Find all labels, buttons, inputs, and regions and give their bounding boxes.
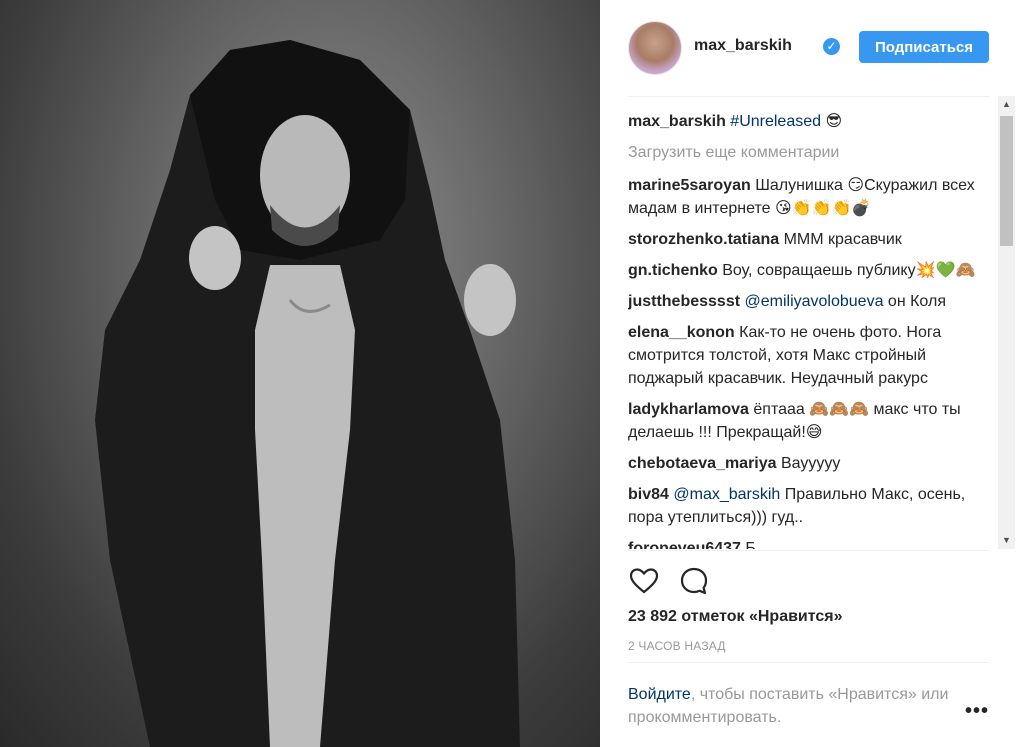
- comment-item: elena__konon Как-то не очень фото. Нога …: [628, 321, 994, 390]
- comment-username[interactable]: storozhenko.tatiana: [628, 231, 779, 248]
- comment-mention[interactable]: @emiliyavolobueva: [745, 293, 884, 310]
- footer-divider: [628, 662, 989, 663]
- login-link[interactable]: Войдите: [628, 686, 691, 703]
- comment-username[interactable]: justthebesssst: [628, 293, 740, 310]
- author-username[interactable]: max_barskih: [694, 37, 792, 55]
- actions-divider: [628, 550, 989, 551]
- likes-count[interactable]: 23 892 отметок «Нравится»: [628, 608, 843, 626]
- avatar[interactable]: [628, 21, 682, 75]
- comment-text: МММ красавчик: [783, 231, 902, 248]
- comment-item: storozhenko.tatiana МММ красавчик: [628, 228, 994, 251]
- load-more-comments-button[interactable]: Загрузить еще комментарии: [628, 141, 994, 164]
- comment-item: foroneveu6437 Б...: [628, 537, 994, 549]
- comment-item: ladykharlamova ёптааа 🙈🙈🙈 макс что ты де…: [628, 398, 994, 444]
- post-photo[interactable]: [0, 0, 600, 747]
- comment-item: biv84 @max_barskih Правильно Макс, осень…: [628, 483, 994, 529]
- login-prompt: Войдите, чтобы поставить «Нравится» или …: [628, 683, 958, 729]
- comment-username[interactable]: chebotaeva_mariya: [628, 455, 777, 472]
- comment-text: Б...: [745, 540, 770, 549]
- post-timestamp[interactable]: 2 ЧАСОВ НАЗАД: [628, 639, 726, 653]
- scrollbar-thumb[interactable]: [1000, 116, 1013, 246]
- caption-username[interactable]: max_barskih: [628, 113, 726, 130]
- post-side-panel: max_barskih ✓ Подписаться max_barskih #U…: [600, 0, 1019, 747]
- comment-username[interactable]: ladykharlamova: [628, 401, 749, 418]
- comment-username[interactable]: elena__konon: [628, 324, 735, 341]
- comments-list: max_barskih #Unreleased 😎 Загрузить еще …: [628, 100, 994, 549]
- heart-icon[interactable]: [628, 565, 660, 597]
- comment-text: он Коля: [883, 293, 946, 310]
- comment-item: justthebesssst @emiliyavolobueva он Коля: [628, 290, 994, 313]
- post-photo-illustration: [95, 40, 520, 747]
- comment-text: Вауууyy: [780, 455, 841, 472]
- comment-text: Воу, совращаешь публику💥💚🙈: [722, 262, 976, 279]
- comments-scrollbar[interactable]: ▲ ▼: [998, 96, 1015, 549]
- more-options-icon[interactable]: •••: [965, 700, 989, 723]
- scroll-up-arrow-icon[interactable]: ▲: [998, 96, 1015, 113]
- comment-username[interactable]: foroneveu6437: [628, 540, 741, 549]
- comment-item: marine5saroyan Шалунишка 😏Скуражил всех …: [628, 174, 994, 220]
- scroll-down-arrow-icon[interactable]: ▼: [998, 532, 1015, 549]
- verified-badge-icon: ✓: [823, 38, 840, 55]
- comment-mention[interactable]: @max_barskih: [673, 486, 780, 503]
- header-divider: [628, 96, 989, 97]
- caption-hashtag[interactable]: #Unreleased: [730, 113, 821, 130]
- post-caption: max_barskih #Unreleased 😎: [628, 110, 994, 133]
- caption-emoji: 😎: [825, 113, 843, 130]
- comment-username[interactable]: gn.tichenko: [628, 262, 718, 279]
- comment-bubble-icon[interactable]: [678, 565, 710, 597]
- post-header: max_barskih ✓ Подписаться: [628, 16, 989, 78]
- follow-button[interactable]: Подписаться: [859, 31, 989, 63]
- comment-item: chebotaeva_mariya Вауууyy: [628, 452, 994, 475]
- comment-username[interactable]: marine5saroyan: [628, 177, 751, 194]
- comment-username[interactable]: biv84: [628, 486, 669, 503]
- comment-item: gn.tichenko Воу, совращаешь публику💥💚🙈: [628, 259, 994, 282]
